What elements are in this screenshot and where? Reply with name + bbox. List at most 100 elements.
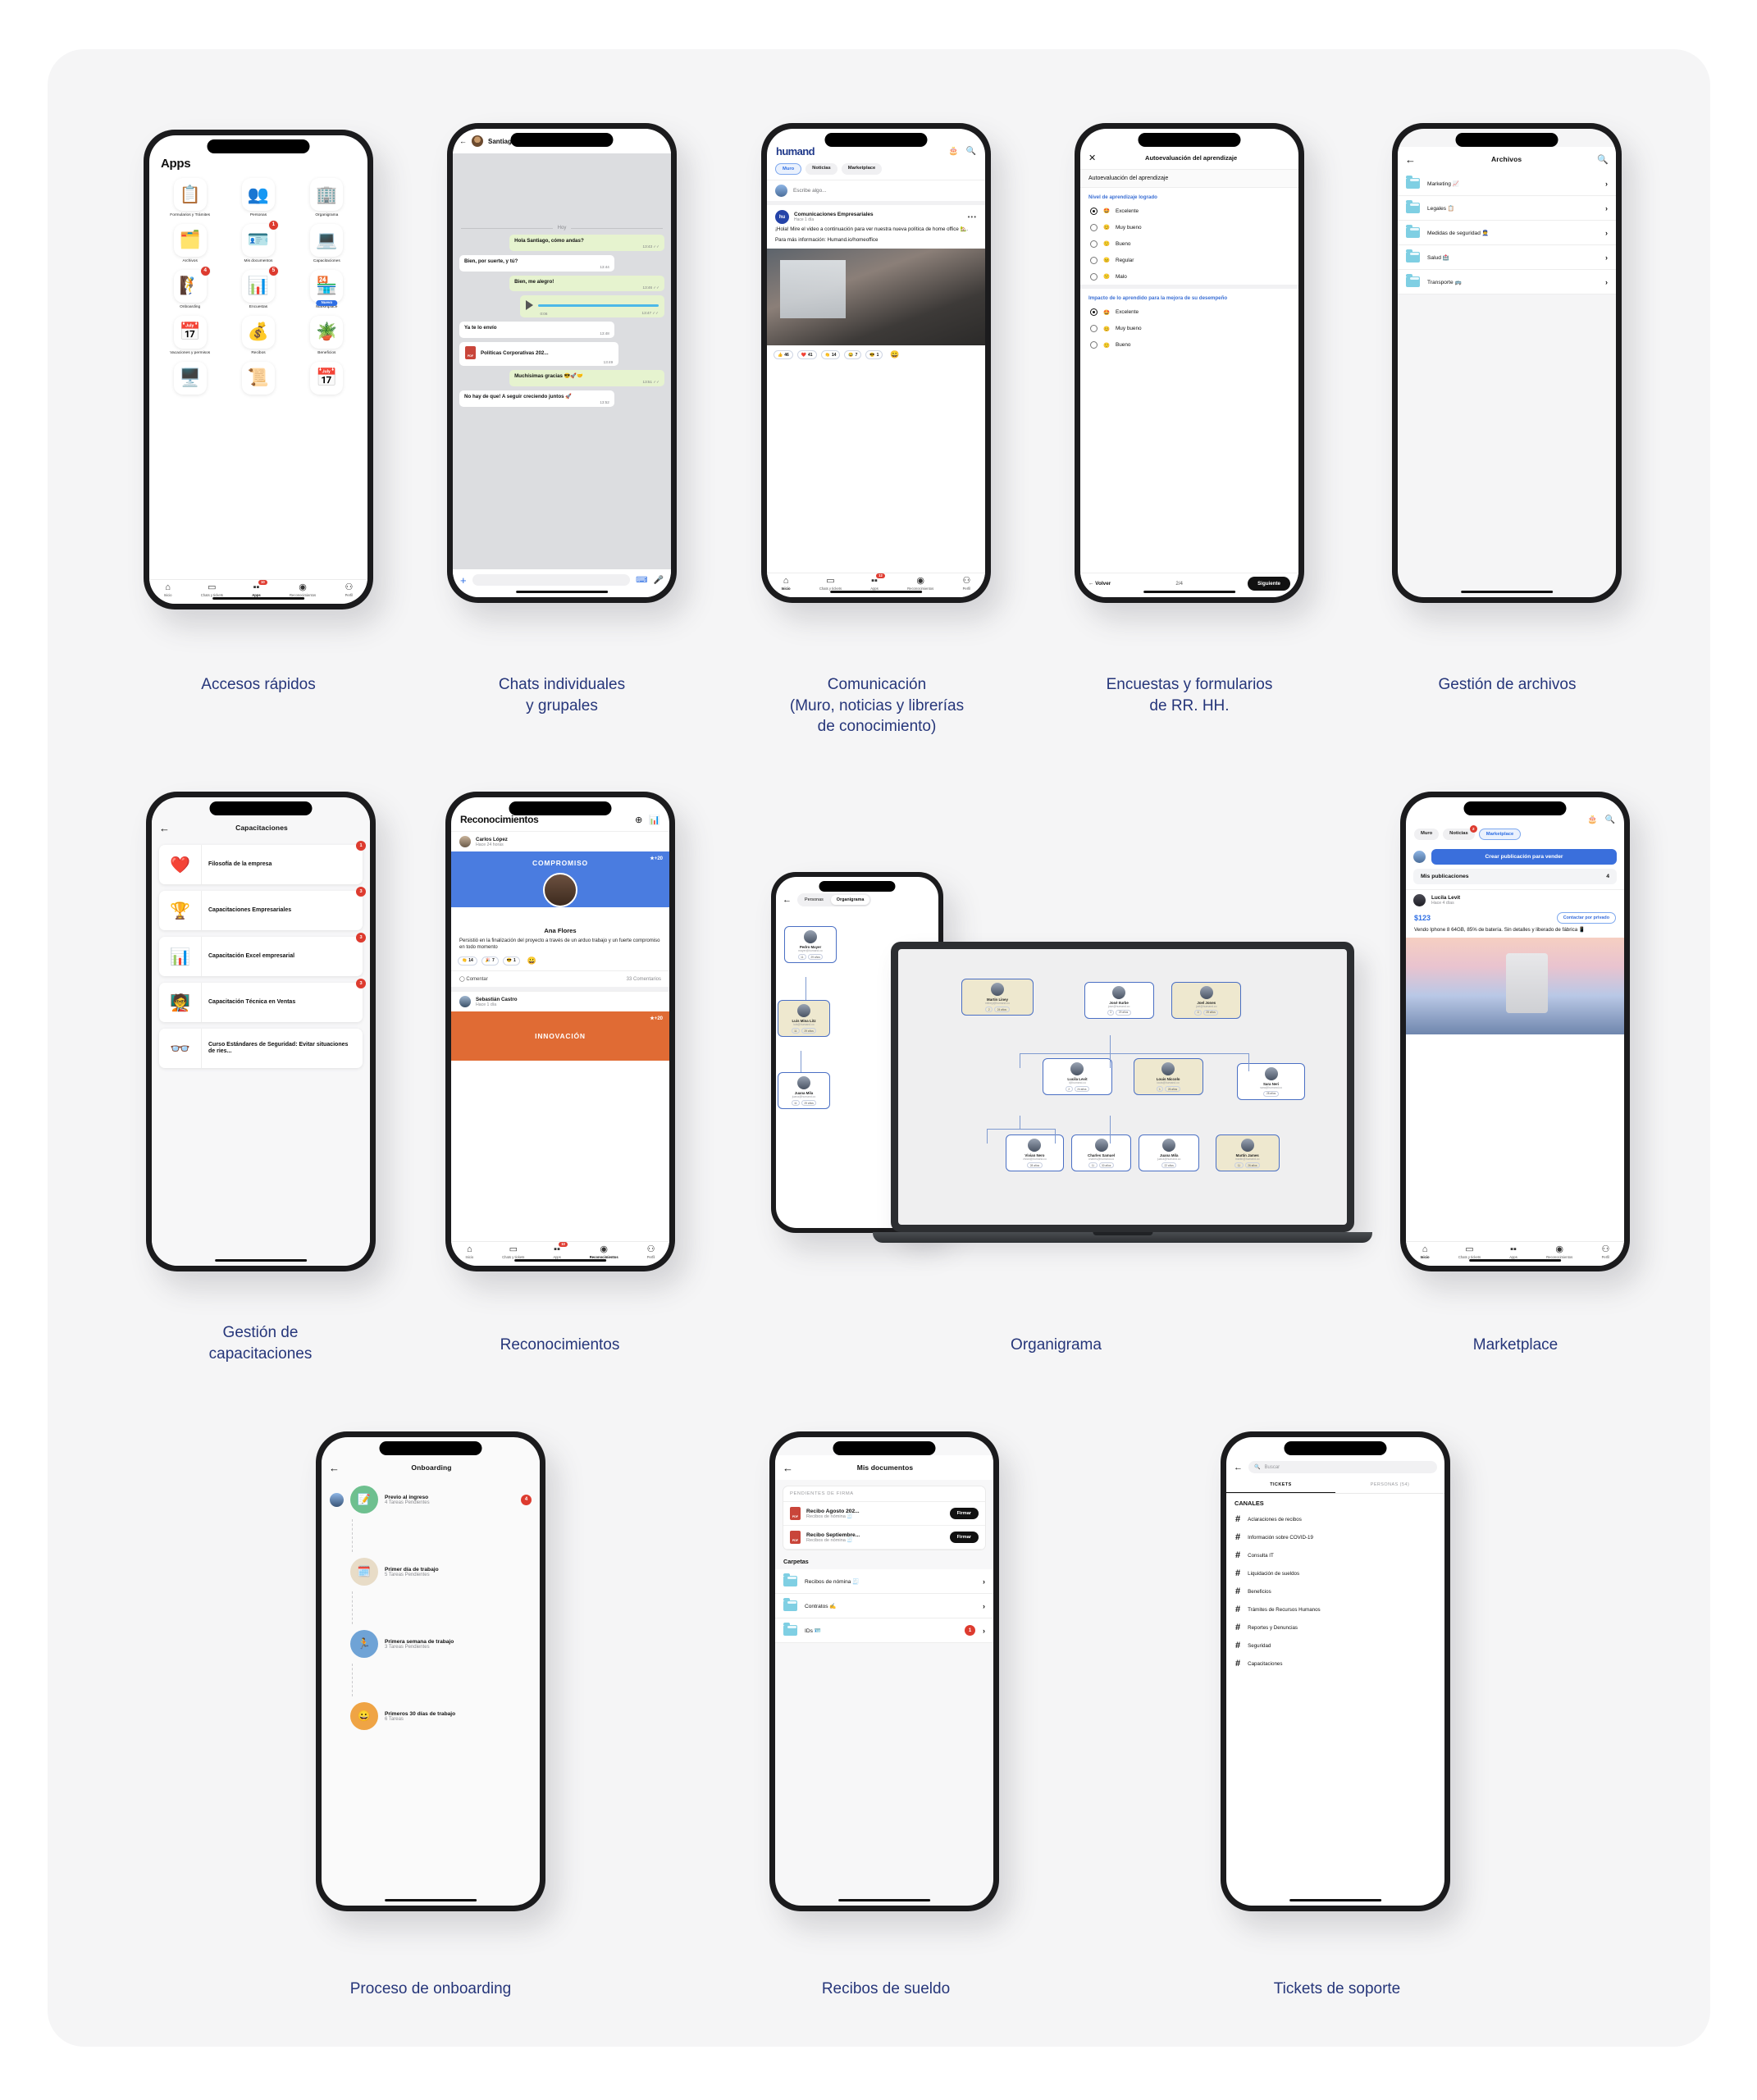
tab-chats-y-tickets[interactable]: ▭ Chats y tickets xyxy=(819,576,842,591)
tab-perfil[interactable]: ⚇ Perfil xyxy=(962,576,970,591)
tab-inicio[interactable]: ⌂ Inicio xyxy=(1421,1244,1430,1259)
more-options-icon[interactable]: ••• xyxy=(968,213,977,221)
comment-row[interactable]: ◯ Comentar 33 Comentarios xyxy=(451,970,669,992)
app-tile-Archivos[interactable]: 🗂️ Archivos xyxy=(158,223,221,264)
survey-option[interactable]: 🤩 Excelente xyxy=(1080,304,1298,321)
org-node[interactable]: Martin James martin@humand.co 11 26 años xyxy=(1215,1134,1280,1172)
app-tile-Recibos[interactable]: 💰 Recibos xyxy=(226,315,290,356)
channel-row[interactable]: # Reportes y Denuncias xyxy=(1226,1618,1444,1637)
capacitacion-card[interactable]: 👓 Curso Estándares de Seguridad: Evitar s… xyxy=(159,1029,363,1068)
tab-chats-y-tickets[interactable]: ▭ Chats y tickets xyxy=(1458,1244,1481,1259)
channel-row[interactable]: # Consulta IT xyxy=(1226,1546,1444,1564)
segment-marketplace[interactable]: Marketplace xyxy=(1478,829,1522,840)
listing-image[interactable] xyxy=(1406,938,1624,1035)
org-node[interactable]: Pedro Mayer mayer@humand.co 11 29 años xyxy=(784,926,837,963)
app-tile-extra-12[interactable]: 🖥️ xyxy=(158,361,221,397)
attach-plus-icon[interactable]: + xyxy=(460,574,467,587)
birthday-icon[interactable]: 🎂 xyxy=(1587,815,1597,824)
search-icon[interactable]: 🔍 xyxy=(1597,154,1609,165)
tab-apps[interactable]: ▪▪ 10 Apps xyxy=(252,579,267,597)
reaction-chip[interactable]: 👍 46 xyxy=(774,350,793,360)
tab-perfil[interactable]: ⚇ Perfil xyxy=(1601,1244,1609,1259)
org-node[interactable]: Lucila Levit l@humand.co 2 24 años xyxy=(1042,1058,1113,1095)
app-tile-Vacaciones y permisos[interactable]: 📅 Vacaciones y permisos xyxy=(158,315,221,356)
org-node[interactable]: Juana Mila juana@humand.co 22 años xyxy=(1139,1134,1200,1172)
survey-option[interactable]: 😊 Muy bueno xyxy=(1080,321,1298,337)
survey-option[interactable]: 😐 Regular xyxy=(1080,252,1298,268)
radio-button[interactable] xyxy=(1090,240,1098,248)
radio-button[interactable] xyxy=(1090,223,1098,231)
segment-tabs[interactable]: Muro Noticias Marketplace xyxy=(767,162,985,180)
tab-personas[interactable]: Personas xyxy=(799,895,829,905)
tab-perfil[interactable]: ⚇ Perfil xyxy=(345,582,353,597)
create-post-button[interactable]: Crear publicación para vender xyxy=(1431,849,1617,865)
bottom-tabbar[interactable]: ⌂ Inicio ▭ Chats y tickets ▪▪ 10 Apps ◉ Reconoci… xyxy=(451,1241,669,1266)
plus-circle-icon[interactable]: ⊕ xyxy=(635,815,642,825)
back-arrow-icon[interactable]: ← xyxy=(459,137,467,145)
survey-option[interactable]: 🤩 Excelente xyxy=(1080,203,1298,219)
close-icon[interactable]: ✕ xyxy=(1088,153,1096,163)
radio-button[interactable] xyxy=(1090,341,1098,349)
channel-row[interactable]: # Liquidación de sueldos xyxy=(1226,1564,1444,1582)
radio-button[interactable] xyxy=(1090,272,1098,281)
search-icon[interactable]: 🔍 xyxy=(966,147,976,156)
onboarding-step[interactable]: 🗓️ Primer día de trabajo 5 Tareas Pendient… xyxy=(322,1552,540,1591)
sign-button[interactable]: Firmar xyxy=(949,1508,979,1519)
folder-row[interactable]: Transporte 🚌 › xyxy=(1398,270,1616,294)
radio-button[interactable] xyxy=(1090,325,1098,333)
folder-row[interactable]: Medidas de seguridad 👮 › xyxy=(1398,221,1616,245)
message-input[interactable] xyxy=(472,574,631,586)
segment-noticias[interactable]: Noticias xyxy=(805,163,837,175)
segment-muro[interactable]: Muro xyxy=(775,163,802,175)
survey-option[interactable]: 🙁 Malo xyxy=(1080,268,1298,285)
tab-inicio[interactable]: ⌂ Inicio xyxy=(164,582,172,597)
tab-reconocimientos[interactable]: ◉ Reconocimientos xyxy=(907,576,933,591)
back-arrow-icon[interactable]: ← xyxy=(1234,1463,1243,1472)
back-arrow-icon[interactable]: ← xyxy=(1405,154,1416,165)
audio-progress[interactable] xyxy=(538,304,659,307)
bottom-tabbar[interactable]: ⌂ Inicio ▭ Chats y tickets ▪▪ Apps ◉ Reconocimi… xyxy=(1406,1241,1624,1266)
folder-row[interactable]: Legales 📋 › xyxy=(1398,196,1616,221)
play-icon[interactable] xyxy=(526,300,534,311)
bottom-tabbar[interactable]: ⌂ Inicio ▭ Chats y tickets ▪▪ 10 Apps ◉ Reconoci… xyxy=(149,579,367,604)
app-tile-Marketplace[interactable]: 🏪 Nuevo Marketplace xyxy=(295,269,358,310)
segment-muro[interactable]: Muro xyxy=(1414,829,1440,840)
tab-apps[interactable]: ▪▪ Apps xyxy=(1509,1244,1517,1259)
sticker-icon[interactable]: ⌨ xyxy=(636,576,647,585)
reaction-chip[interactable]: ❤️ 41 xyxy=(796,350,817,360)
add-reaction-icon[interactable]: 😀 xyxy=(523,955,541,967)
radio-button[interactable] xyxy=(1090,207,1098,215)
audio-message[interactable]: 0:06 13:47 ✓✓ xyxy=(520,295,664,318)
tab-inicio[interactable]: ⌂ Inicio xyxy=(782,576,791,591)
post-composer[interactable]: Escribe algo... xyxy=(767,180,985,205)
microphone-icon[interactable]: 🎤 xyxy=(654,576,664,585)
onboarding-step[interactable]: 🏃 Primera semana de trabajo 3 Tareas Pendi… xyxy=(322,1624,540,1664)
create-post-row[interactable]: Crear publicación para vender xyxy=(1406,845,1624,869)
org-node[interactable]: Juana Mila juana@humand.co 11 29 años xyxy=(778,1072,830,1109)
back-arrow-icon[interactable]: ← xyxy=(329,1463,340,1473)
birthday-icon[interactable]: 🎂 xyxy=(948,147,958,156)
segment-marketplace[interactable]: Marketplace xyxy=(841,163,883,175)
tab-organigrama[interactable]: Organigrama xyxy=(830,895,870,905)
tab-apps[interactable]: ▪▪ 12 Apps xyxy=(870,573,885,591)
reaction-chip[interactable]: 😎 1 xyxy=(865,350,883,360)
contact-button[interactable]: Contactar por privado xyxy=(1556,912,1616,924)
file-message[interactable]: PDF Políticas Corporativas 202... 13:49 xyxy=(459,342,619,366)
app-tile-Organigrama[interactable]: 🏢 Organigrama xyxy=(295,178,358,218)
org-node[interactable]: Joel Jones joel@humand.co 4 29 años xyxy=(1171,981,1242,1019)
reaction-chip[interactable]: 😂 7 xyxy=(844,350,862,360)
survey-option[interactable]: 🙂 Bueno xyxy=(1080,235,1298,252)
tab-inicio[interactable]: ⌂ Inicio xyxy=(465,1244,473,1259)
channel-row[interactable]: # Beneficios xyxy=(1226,1582,1444,1600)
ranking-icon[interactable]: 📊 xyxy=(649,815,660,825)
org-node[interactable]: Charles Samuel charles@humand.co 11 30 años xyxy=(1070,1134,1132,1172)
app-tile-Personas[interactable]: 👥 Personas xyxy=(226,178,290,218)
back-arrow-icon[interactable]: ← xyxy=(159,823,170,833)
ticket-tab[interactable]: PERSONAS (54) xyxy=(1335,1477,1444,1493)
back-arrow-icon[interactable]: ← xyxy=(783,895,792,905)
pending-document-row[interactable]: PDF Recibo Agosto 202... Recibos de nómina… xyxy=(783,1502,985,1526)
capacitacion-card[interactable]: 🧑‍🏫 Capacitación Técnica en Ventas 3 xyxy=(159,979,366,1022)
segment-tabs[interactable]: Muro Noticias 2 Marketplace xyxy=(1406,825,1624,845)
survey-footer[interactable]: ← Volver 2/4 Siguiente xyxy=(1080,573,1298,597)
channel-row[interactable]: # Información sobre COVID-19 xyxy=(1226,1528,1444,1546)
